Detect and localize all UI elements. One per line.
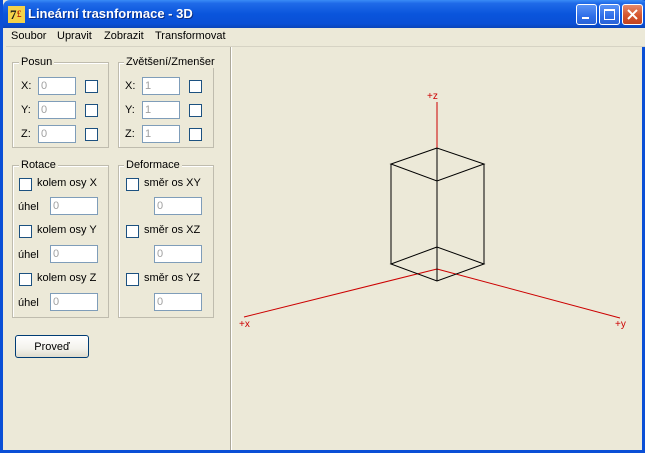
posun-x-label: X: xyxy=(21,80,32,92)
cube-wireframe xyxy=(389,147,486,282)
scale-x-label: X: xyxy=(125,80,136,92)
posun-group: Posun X: Y: Z: xyxy=(12,56,109,148)
close-button[interactable] xyxy=(622,4,643,25)
scale-y-input[interactable] xyxy=(142,101,180,119)
y-axis-line xyxy=(436,268,621,319)
deformace-yz-input[interactable] xyxy=(154,293,202,311)
control-panel: Posun X: Y: Z: Zvětšení/Zmenšer X: Y: Z: xyxy=(6,47,230,450)
rotace-y-checkbox[interactable] xyxy=(19,225,32,238)
turbo-pascal-icon: 7 £ xyxy=(8,6,25,23)
deformace-title: Deformace xyxy=(124,159,182,171)
posun-z-checkbox[interactable] xyxy=(85,128,98,141)
scale-z-input[interactable] xyxy=(142,125,180,143)
y-axis-label: +y xyxy=(615,319,626,330)
posun-y-checkbox[interactable] xyxy=(85,104,98,117)
deformace-yz-label: směr os YZ xyxy=(144,272,201,284)
rotace-z-angle-input[interactable] xyxy=(50,293,98,311)
title-bar[interactable]: 7 £ Lineární trasnformace - 3D xyxy=(3,0,645,28)
rotace-x-angle-label: úhel xyxy=(18,201,39,213)
svg-text:£: £ xyxy=(17,9,22,19)
posun-x-checkbox[interactable] xyxy=(85,80,98,93)
minimize-button[interactable] xyxy=(576,4,597,25)
close-icon xyxy=(627,9,638,20)
rotace-y-angle-input[interactable] xyxy=(50,245,98,263)
rotace-z-label: kolem osy Z xyxy=(37,272,97,284)
rotace-x-checkbox[interactable] xyxy=(19,178,32,191)
scale-z-checkbox[interactable] xyxy=(189,128,202,141)
rotace-y-label: kolem osy Y xyxy=(37,224,97,236)
scale-group: Zvětšení/Zmenšer X: Y: Z: xyxy=(118,56,217,148)
maximize-icon xyxy=(604,9,615,20)
x-axis-label: +x xyxy=(239,319,250,330)
scale-z-label: Z: xyxy=(125,128,135,140)
3d-view: +z +x +y xyxy=(239,91,626,330)
app-window: 7 £ Lineární trasnformace - 3D Soubor Up… xyxy=(0,0,645,453)
posun-z-input[interactable] xyxy=(38,125,76,143)
rotace-z-checkbox[interactable] xyxy=(19,273,32,286)
x-axis-line xyxy=(243,268,438,318)
posun-y-label: Y: xyxy=(21,104,31,116)
menu-soubor[interactable]: Soubor xyxy=(11,30,46,42)
window-title: Lineární trasnformace - 3D xyxy=(28,6,193,21)
minimize-icon xyxy=(582,17,589,19)
rotace-z-angle-label: úhel xyxy=(18,297,39,309)
scale-x-input[interactable] xyxy=(142,77,180,95)
scale-title: Zvětšení/Zmenšer xyxy=(124,56,217,68)
posun-title: Posun xyxy=(19,56,55,68)
drawing-canvas[interactable]: +z +x +y xyxy=(232,47,645,450)
rotace-group: Rotace kolem osy X úhel kolem osy Y úhel… xyxy=(12,159,109,318)
deformace-xy-input[interactable] xyxy=(154,197,202,215)
deformace-xz-label: směr os XZ xyxy=(144,224,201,236)
menu-zobrazit[interactable]: Zobrazit xyxy=(104,30,144,42)
execute-button[interactable]: Proveď xyxy=(15,335,89,358)
deformace-xz-checkbox[interactable] xyxy=(126,225,139,238)
menu-bar: Soubor Upravit Zobrazit Transformovat xyxy=(6,28,645,47)
rotace-x-label: kolem osy X xyxy=(37,177,97,189)
posun-z-label: Z: xyxy=(21,128,31,140)
deformace-group: Deformace směr os XY směr os XZ směr os … xyxy=(118,159,214,318)
scale-x-checkbox[interactable] xyxy=(189,80,202,93)
maximize-button[interactable] xyxy=(599,4,620,25)
deformace-xy-checkbox[interactable] xyxy=(126,178,139,191)
deformace-yz-checkbox[interactable] xyxy=(126,273,139,286)
menu-upravit[interactable]: Upravit xyxy=(57,30,92,42)
z-axis-label: +z xyxy=(427,91,438,102)
rotace-x-angle-input[interactable] xyxy=(50,197,98,215)
rotace-y-angle-label: úhel xyxy=(18,249,39,261)
deformace-xz-input[interactable] xyxy=(154,245,202,263)
menu-transformovat[interactable]: Transformovat xyxy=(155,30,226,42)
deformace-xy-label: směr os XY xyxy=(144,177,201,189)
svg-text:7: 7 xyxy=(10,7,17,22)
rotace-title: Rotace xyxy=(19,159,58,171)
posun-x-input[interactable] xyxy=(38,77,76,95)
scale-y-checkbox[interactable] xyxy=(189,104,202,117)
posun-y-input[interactable] xyxy=(38,101,76,119)
scale-y-label: Y: xyxy=(125,104,135,116)
